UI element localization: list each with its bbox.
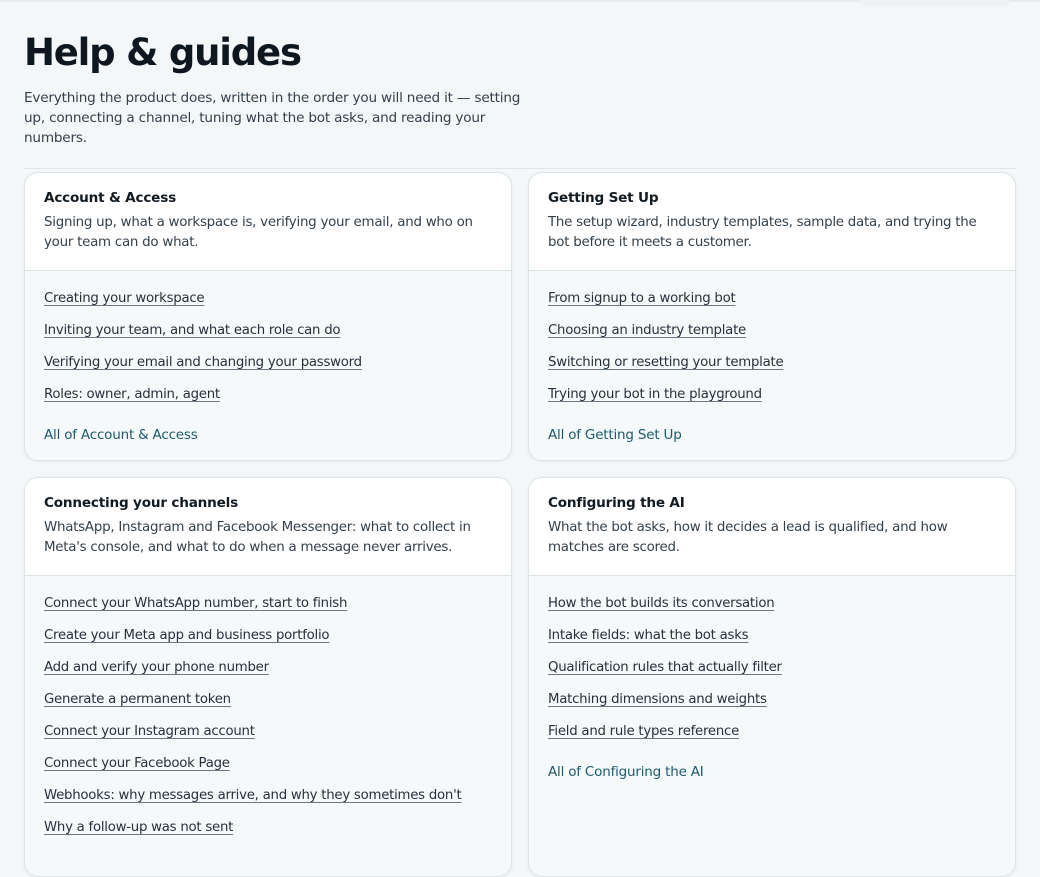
card-configuring-ai: Configuring the AI What the bot asks, ho…	[528, 477, 1016, 877]
guide-link[interactable]: Matching dimensions and weights	[548, 690, 996, 722]
card-description: What the bot asks, how it decides a lead…	[548, 520, 948, 555]
guide-link[interactable]: Trying your bot in the playground	[548, 385, 996, 417]
guide-link[interactable]: Connect your WhatsApp number, start to f…	[44, 594, 492, 626]
guide-link[interactable]: Create your Meta app and business portfo…	[44, 626, 492, 658]
card-header: Connecting your channels WhatsApp, Insta…	[25, 478, 511, 576]
card-title: Configuring the AI	[548, 495, 685, 511]
card-title: Connecting your channels	[44, 495, 238, 511]
card-header: Getting Set Up The setup wizard, industr…	[529, 173, 1015, 271]
top-bar-tab	[860, 0, 1010, 6]
guide-link[interactable]: Generate a permanent token	[44, 690, 492, 722]
card-links: How the bot builds its conversation Inta…	[529, 576, 1015, 798]
card-account-access: Account & Access Signing up, what a work…	[24, 172, 512, 461]
guide-link[interactable]: Connect your Instagram account	[44, 722, 492, 754]
guide-link[interactable]: From signup to a working bot	[548, 289, 996, 321]
all-guides-link[interactable]: All of Configuring the AI	[548, 762, 996, 782]
guide-link[interactable]: Qualification rules that actually filter	[548, 658, 996, 690]
card-title: Account & Access	[44, 190, 176, 206]
card-description: Signing up, what a workspace is, verifyi…	[44, 215, 473, 250]
page-intro: Everything the product does, written in …	[24, 90, 521, 146]
card-description: WhatsApp, Instagram and Facebook Messeng…	[44, 520, 471, 555]
card-links: Creating your workspace Inviting your te…	[25, 271, 511, 460]
card-links: Connect your WhatsApp number, start to f…	[25, 576, 511, 866]
guide-link[interactable]: Webhooks: why messages arrive, and why t…	[44, 786, 492, 818]
card-header: Configuring the AI What the bot asks, ho…	[529, 478, 1015, 576]
help-page: Help & guides Everything the product doe…	[24, 30, 1016, 877]
all-guides-link[interactable]: All of Getting Set Up	[548, 425, 996, 445]
guide-link[interactable]: Add and verify your phone number	[44, 658, 492, 690]
guide-link[interactable]: Switching or resetting your template	[548, 353, 996, 385]
card-getting-set-up: Getting Set Up The setup wizard, industr…	[528, 172, 1016, 461]
card-connecting-channels: Connecting your channels WhatsApp, Insta…	[24, 477, 512, 877]
divider	[24, 168, 1016, 169]
all-guides-link[interactable]: All of Account & Access	[44, 425, 492, 445]
guide-link[interactable]: How the bot builds its conversation	[548, 594, 996, 626]
card-title: Getting Set Up	[548, 190, 659, 206]
guide-link[interactable]: Connect your Facebook Page	[44, 754, 492, 786]
page-title: Help & guides	[24, 31, 302, 74]
guide-link[interactable]: Roles: owner, admin, agent	[44, 385, 492, 417]
guide-link[interactable]: Intake fields: what the bot asks	[548, 626, 996, 658]
card-header: Account & Access Signing up, what a work…	[25, 173, 511, 271]
guide-link[interactable]: Choosing an industry template	[548, 321, 996, 353]
guide-link[interactable]: Verifying your email and changing your p…	[44, 353, 492, 385]
card-links: From signup to a working bot Choosing an…	[529, 271, 1015, 460]
guide-link[interactable]: Field and rule types reference	[548, 722, 996, 754]
guide-link[interactable]: Creating your workspace	[44, 289, 492, 321]
card-description: The setup wizard, industry templates, sa…	[548, 215, 977, 250]
guide-link[interactable]: Why a follow-up was not sent	[44, 818, 492, 850]
guide-link[interactable]: Inviting your team, and what each role c…	[44, 321, 492, 353]
